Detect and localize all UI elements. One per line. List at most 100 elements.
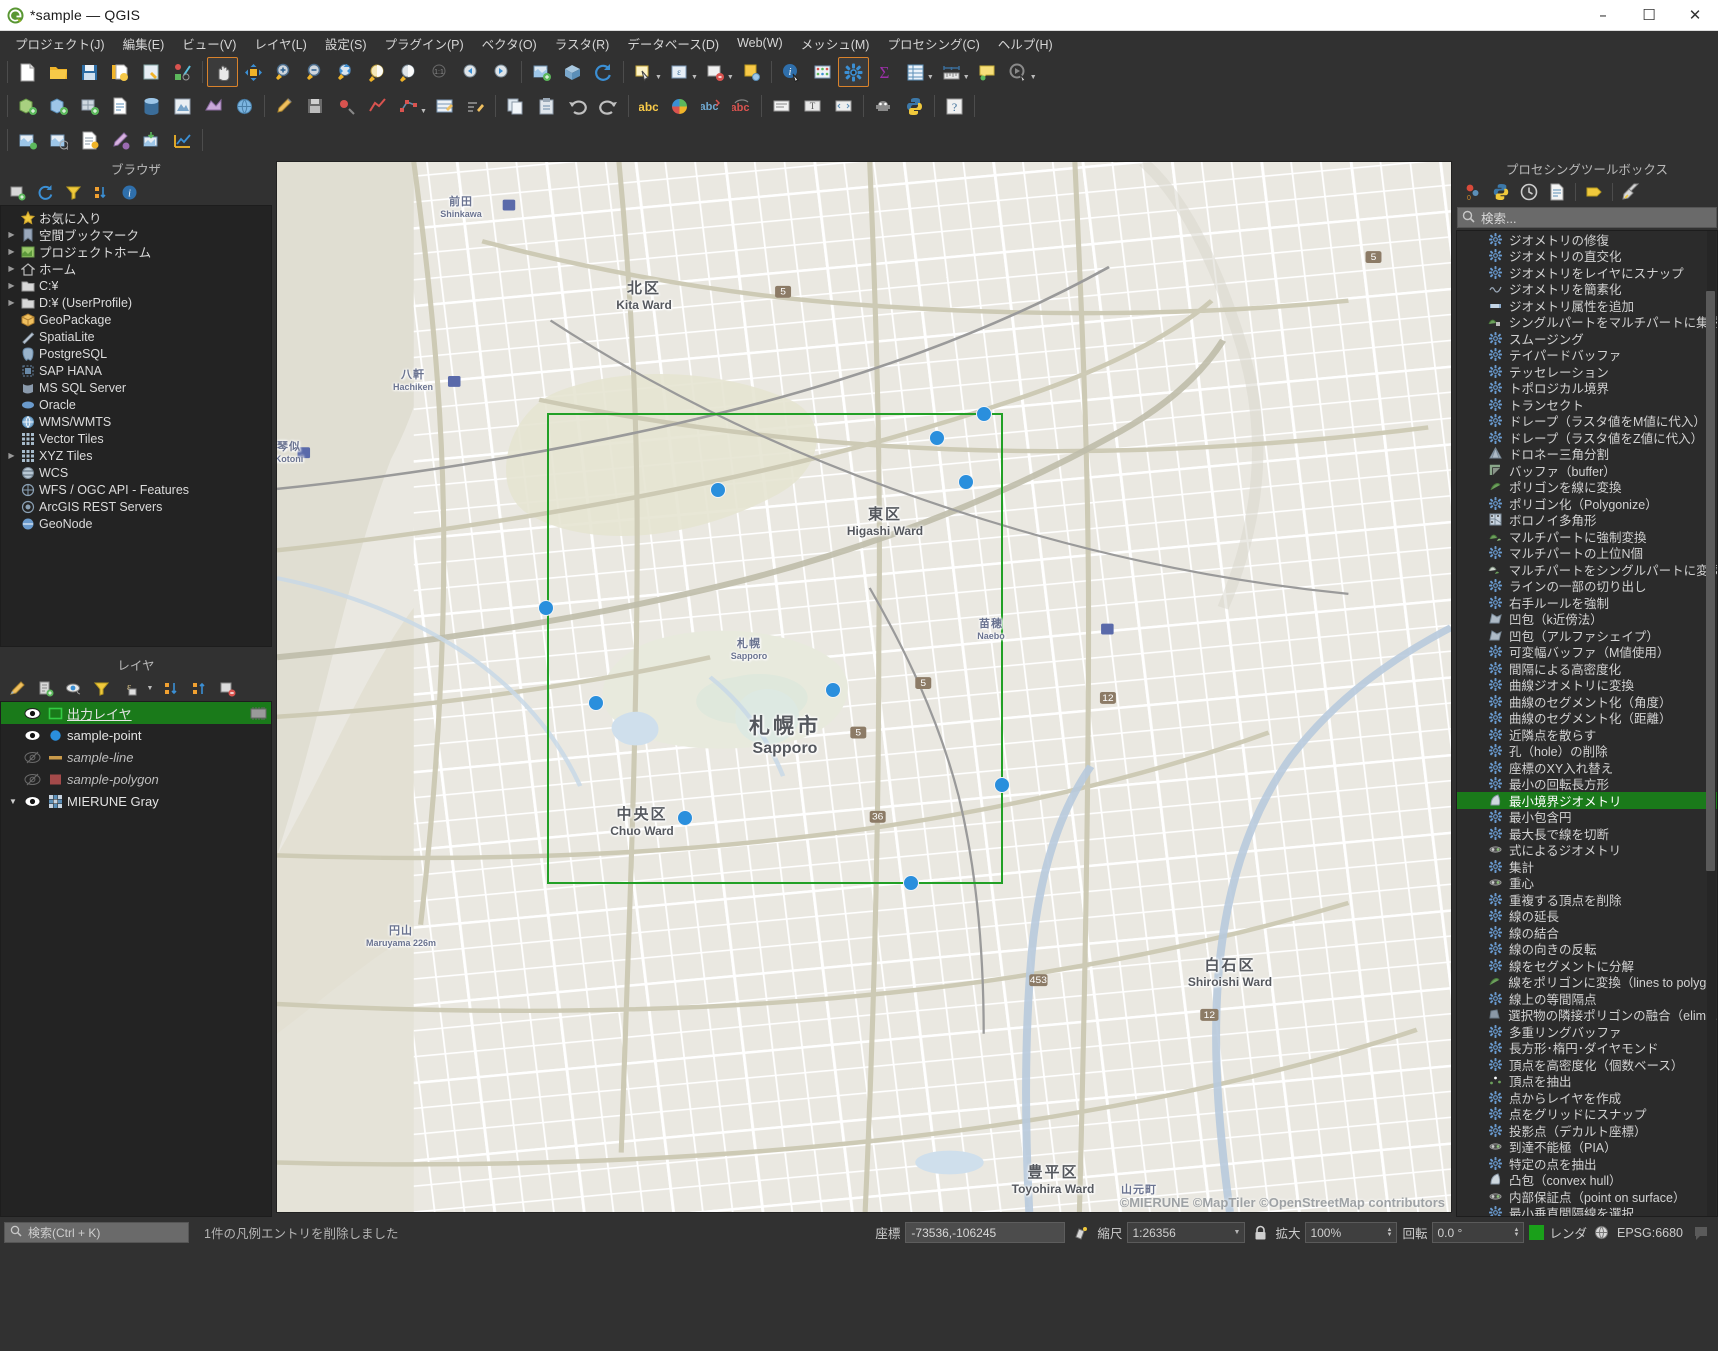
zoom-to-selection-button[interactable] [362, 57, 393, 87]
map-feature-point[interactable] [903, 875, 919, 891]
menu-settings[interactable]: 設定(S) [316, 31, 376, 56]
browser-item-spatial-bookmarks[interactable]: ▶ 空間ブックマーク [1, 226, 271, 243]
toggle-editing-button[interactable] [269, 91, 300, 121]
pan-to-selection-button[interactable] [238, 57, 269, 87]
processing-algorithm-item[interactable]: 最大長で線を切断 [1457, 825, 1717, 842]
style-manager-toolbar-button[interactable] [105, 125, 136, 155]
render-checkbox[interactable] [1529, 1225, 1545, 1240]
maximize-button[interactable]: ☐ [1626, 0, 1672, 31]
memory-layer-icon[interactable] [248, 706, 271, 721]
processing-algorithm-item[interactable]: 右手ルールを強制 [1457, 594, 1717, 611]
expand-arrow[interactable]: ▶ [5, 264, 18, 273]
select-value-button[interactable] [736, 57, 767, 87]
processing-algorithm-item[interactable]: バッファ（buffer） [1457, 462, 1717, 479]
run-model-icon[interactable]: 0 [1460, 181, 1486, 203]
locator-search-input[interactable]: 検索(Ctrl + K) [4, 1222, 189, 1243]
globe-icon[interactable] [1592, 1225, 1612, 1240]
text-annotation-button[interactable]: T [797, 91, 828, 121]
processing-algorithm-item[interactable]: 最小包含円 [1457, 809, 1717, 825]
expand-arrow[interactable]: ▶ [5, 247, 18, 256]
deselect-features-button[interactable] [700, 57, 731, 87]
layer-item-output-layer[interactable]: 出力レイヤ [1, 702, 271, 724]
help-contents-button[interactable]: ? [939, 91, 970, 121]
processing-algorithm-item[interactable]: 近隣点を散らす [1457, 726, 1717, 743]
crs-value[interactable]: EPSG:6680 [1617, 1226, 1683, 1240]
show-layout-manager-button[interactable] [43, 125, 74, 155]
browser-item-sap-hana[interactable]: SAP HANA [1, 362, 271, 379]
zoom-native-resolution-button[interactable]: 1:1 [424, 57, 455, 87]
processing-algorithm-item[interactable]: 可変幅バッファ（M値使用） [1457, 644, 1717, 660]
processing-search-input[interactable]: 検索... [1457, 207, 1717, 228]
new-report-button[interactable] [74, 125, 105, 155]
coordinate-field[interactable]: -73536,-106245 [905, 1222, 1066, 1243]
browser-item-home[interactable]: ▶ ホーム [1, 260, 271, 277]
processing-algorithm-item[interactable]: 多重リングバッファ [1457, 1023, 1717, 1040]
select-by-expression-button[interactable]: ε [664, 57, 695, 87]
add-group-icon[interactable] [32, 677, 58, 699]
processing-algorithm-item[interactable]: 内部保証点（point on surface） [1457, 1188, 1717, 1205]
minimize-button[interactable]: – [1580, 0, 1626, 31]
layer-item-sample-point[interactable]: sample-point [1, 724, 271, 746]
processing-algorithm-item[interactable]: 線の結合 [1457, 924, 1717, 941]
style-manager-button[interactable] [167, 57, 198, 87]
sum-statistics-button[interactable]: Σ [869, 57, 900, 87]
add-vector-layer-button[interactable] [43, 91, 74, 121]
processing-algorithm-item[interactable]: トポロジカル境界 [1457, 380, 1717, 396]
browser-item-favorites[interactable]: お気に入り [1, 209, 271, 226]
processing-algorithm-item[interactable]: 到達不能極（PIA） [1457, 1139, 1717, 1155]
processing-algorithm-item[interactable]: ジオメトリの直交化 [1457, 248, 1717, 264]
toggle-extents-icon[interactable] [1070, 1224, 1092, 1241]
map-feature-point[interactable] [825, 682, 841, 698]
processing-algorithm-item[interactable]: ドレープ（ラスタ値をM値に代入） [1457, 413, 1717, 429]
processing-algorithm-item[interactable]: 曲線のセグメント化（角度） [1457, 693, 1717, 710]
processing-algorithm-item[interactable]: 重複する頂点を削除 [1457, 891, 1717, 908]
processing-algorithm-item[interactable]: マルチパートに強制変換 [1457, 528, 1717, 545]
map-feature-point[interactable] [958, 474, 974, 490]
refresh-map-button[interactable] [588, 57, 619, 87]
add-raster-layer-button[interactable] [74, 91, 105, 121]
open-attribute-table-button[interactable] [900, 57, 931, 87]
save-map-image-button[interactable] [136, 125, 167, 155]
processing-algorithm-item[interactable]: 線をポリゴンに変換（lines to polygo... [1457, 974, 1717, 990]
layer-item-sample-polygon[interactable]: sample-polygon [1, 768, 271, 790]
browser-item-d-drive[interactable]: ▶ D:¥ (UserProfile) [1, 294, 271, 311]
messages-icon[interactable] [1688, 1225, 1714, 1241]
html-annotation-button[interactable] [828, 91, 859, 121]
processing-algorithm-list[interactable]: ジオメトリの修復 ジオメトリの直交化 ジオメトリをレイヤにスナップ ジオメトリを簡素化… [1456, 230, 1718, 1217]
processing-algorithm-item[interactable]: 曲線ジオメトリに変換 [1457, 677, 1717, 693]
menu-edit[interactable]: 編集(E) [114, 31, 174, 56]
layer-visibility-checkbox[interactable] [21, 773, 43, 786]
processing-algorithm-item[interactable]: ジオメトリを簡素化 [1457, 281, 1717, 297]
new-project-button[interactable] [12, 57, 43, 87]
processing-algorithm-item[interactable]: 式によるジオメトリ [1457, 842, 1717, 858]
processing-algorithm-item[interactable]: テッセレーション [1457, 363, 1717, 380]
history-icon[interactable] [1516, 181, 1542, 203]
browser-item-spatialite[interactable]: SpatiaLite [1, 328, 271, 345]
processing-algorithm-item[interactable]: 集計 [1457, 858, 1717, 875]
filter-legend-icon[interactable] [88, 677, 114, 699]
processing-algorithm-item[interactable]: 頂点を高密度化（個数ベース） [1457, 1056, 1717, 1073]
browser-item-geopackage[interactable]: GeoPackage [1, 311, 271, 328]
browser-item-postgresql[interactable]: PostgreSQL [1, 345, 271, 362]
scale-combo[interactable]: 1:26356 ▼ [1127, 1222, 1246, 1243]
menu-web[interactable]: Web(W) [728, 33, 792, 53]
processing-algorithm-item[interactable]: ジオメトリ属性を追加 [1457, 297, 1717, 314]
lock-icon[interactable] [1250, 1225, 1270, 1241]
zoom-in-button[interactable] [269, 57, 300, 87]
add-delimited-text-layer-button[interactable] [105, 91, 136, 121]
zoom-last-button[interactable] [455, 57, 486, 87]
modify-attributes-button[interactable] [429, 91, 460, 121]
processing-algorithm-item[interactable]: 孔（hole）の削除 [1457, 743, 1717, 759]
menu-database[interactable]: データベース(D) [618, 31, 728, 56]
expand-arrow[interactable]: ▶ [5, 298, 18, 307]
annotation-tool-button[interactable] [766, 91, 797, 121]
zoom-full-button[interactable] [331, 57, 362, 87]
browser-item-wfs[interactable]: WFS / OGC API - Features [1, 481, 271, 498]
browser-item-xyz-tiles[interactable]: ▶ XYZ Tiles [1, 447, 271, 464]
label-toolbar-button[interactable]: abc [633, 91, 664, 121]
magnifier-field[interactable]: 100% ▲ ▼ [1305, 1222, 1398, 1243]
processing-algorithm-item[interactable]: ジオメトリの修復 [1457, 231, 1717, 248]
new-shapefile-layer-button[interactable] [12, 91, 43, 121]
processing-algorithm-item[interactable]: 凹包（k近傍法） [1457, 611, 1717, 627]
open-project-button[interactable] [43, 57, 74, 87]
